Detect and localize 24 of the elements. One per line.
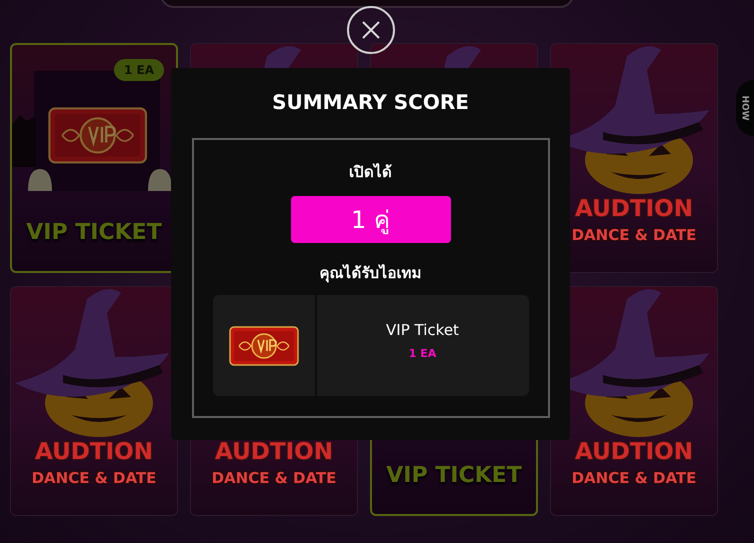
item-quantity: 1 EA <box>408 347 436 360</box>
card-subtitle: DANCE & DATE <box>572 469 696 487</box>
item-name: VIP Ticket <box>386 321 459 339</box>
game-card[interactable]: 1 EA VIP TICKET <box>10 43 178 273</box>
card-title: VIP TICKET <box>26 220 162 245</box>
card-title: AUDTION <box>215 439 333 465</box>
card-subtitle: DANCE & DATE <box>212 469 336 487</box>
card-subtitle: DANCE & DATE <box>572 226 696 244</box>
opened-label: เปิดได้ <box>349 162 392 183</box>
game-card[interactable]: AUDTION DANCE & DATE <box>10 286 178 516</box>
card-title: VIP TICKET <box>386 463 522 488</box>
opened-count: 1 คู่ <box>290 196 450 243</box>
vip-ticket-icon <box>228 326 298 366</box>
how-to-play-button[interactable]: HOW <box>736 80 754 136</box>
card-title: AUDTION <box>575 196 693 222</box>
close-button[interactable] <box>347 6 395 54</box>
quantity-badge: 1 EA <box>114 59 164 81</box>
dialog-title: SUMMARY SCORE <box>272 90 469 114</box>
game-card[interactable]: AUDTION DANCE & DATE <box>550 286 718 516</box>
close-icon <box>361 20 381 40</box>
card-subtitle: DANCE & DATE <box>32 469 156 487</box>
items-label: คุณได้รับไอเทม <box>320 263 422 284</box>
card-title: AUDTION <box>35 439 153 465</box>
card-title: AUDTION <box>575 439 693 465</box>
